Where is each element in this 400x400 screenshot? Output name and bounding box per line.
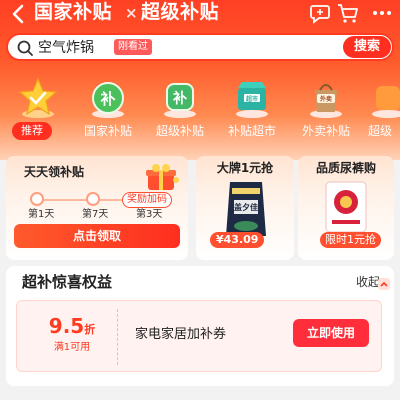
coupon-name: 家电家居加补券 bbox=[135, 327, 227, 342]
header: 国家补贴 × 超级补贴 bbox=[0, 0, 400, 30]
brand-1yuan-title: 大牌1元抢 bbox=[216, 161, 274, 175]
benefits-panel: 超补惊喜权益 收起 9.5折 满1可用 家电家居加补券 立即使用 bbox=[6, 266, 394, 386]
tab-super-more-label: 超级 bbox=[368, 124, 393, 138]
tab-national-subsidy-label: 国家补贴 bbox=[83, 124, 132, 138]
use-now-button[interactable]: 立即使用 bbox=[293, 319, 369, 347]
coupon-condition: 满1可用 bbox=[53, 342, 91, 353]
promo-cards: 天天领补贴 第1天 第7天 第3天 奖励加码 点击领取 大牌1元抢 盖夕佳 ¥4… bbox=[6, 156, 394, 260]
reward-boost-tag: 奖励加码 bbox=[122, 192, 172, 208]
tab-takeout-subsidy[interactable]: 外卖 外卖补贴 bbox=[290, 72, 362, 150]
supermarket-icon: 超市 bbox=[230, 76, 274, 120]
cart-icon[interactable] bbox=[336, 2, 360, 24]
recently-viewed-tag: 刚看过 bbox=[114, 39, 152, 55]
benefits-title: 超补惊喜权益 bbox=[22, 273, 113, 291]
collapse-button[interactable]: 收起 bbox=[356, 274, 380, 290]
limited-time-pill: 限时1元抢 bbox=[320, 232, 381, 248]
day-label-1: 第1天 bbox=[28, 209, 55, 220]
rice-bag-label: 盖夕佳 bbox=[234, 202, 258, 212]
header-title-national-subsidy: 国家补贴 bbox=[34, 1, 113, 23]
day-label-7: 第7天 bbox=[82, 209, 109, 220]
price-pill: ¥43.09 bbox=[210, 232, 265, 248]
diaper-card[interactable]: 品质尿裤购 限时1元抢 bbox=[298, 156, 394, 260]
svg-text:补: 补 bbox=[99, 90, 115, 108]
coupon-divider bbox=[117, 309, 118, 365]
bu-badge-icon: 补 bbox=[86, 76, 130, 120]
diaper-card-title: 品质尿裤购 bbox=[315, 161, 376, 175]
header-title-super-subsidy: 超级补贴 bbox=[141, 1, 220, 23]
category-strip: 推荐 补 国家补贴 补 超级补贴 超市 补贴超市 外卖 外卖补贴 超级 bbox=[0, 72, 400, 150]
chevron-up-icon[interactable] bbox=[378, 275, 390, 290]
tab-recommend[interactable]: 推荐 bbox=[2, 72, 74, 150]
header-title-separator: × bbox=[125, 4, 139, 22]
tab-super-more[interactable]: 超级 bbox=[360, 72, 400, 150]
claim-button[interactable]: 点击领取 bbox=[14, 224, 180, 248]
tab-takeout-subsidy-label: 外卖补贴 bbox=[301, 124, 350, 138]
svg-text:超市: 超市 bbox=[245, 95, 258, 103]
thumbs-up-star-icon bbox=[16, 76, 60, 120]
rice-bag-image: 盖夕佳 bbox=[220, 178, 272, 240]
gift-box-icon bbox=[144, 162, 180, 194]
search-icon bbox=[16, 39, 34, 57]
progress-dot-day7 bbox=[86, 192, 100, 206]
category-icon bbox=[366, 76, 400, 120]
bu-badge-icon: 补 bbox=[158, 76, 202, 120]
diaper-pack-image bbox=[320, 178, 372, 236]
coupon-amount: 9.5折 bbox=[41, 313, 103, 343]
coupon-amount-unit: 折 bbox=[84, 323, 96, 336]
brand-1yuan-card[interactable]: 大牌1元抢 盖夕佳 ¥43.09 bbox=[196, 156, 294, 260]
tab-national-subsidy[interactable]: 补 国家补贴 bbox=[72, 72, 144, 150]
takeout-bag-icon: 外卖 bbox=[304, 76, 348, 120]
tab-subsidy-supermarket-label: 补贴超市 bbox=[227, 124, 276, 138]
back-arrow-icon[interactable] bbox=[8, 2, 30, 26]
search-bar[interactable]: 空气炸锅 刚看过 搜索 bbox=[6, 33, 394, 61]
search-input[interactable]: 空气炸锅 bbox=[38, 39, 94, 57]
daily-subsidy-card[interactable]: 天天领补贴 第1天 第7天 第3天 奖励加码 点击领取 bbox=[6, 156, 188, 260]
progress-dot-day1 bbox=[30, 192, 44, 206]
tab-super-subsidy[interactable]: 补 超级补贴 bbox=[144, 72, 216, 150]
tab-recommend-label: 推荐 bbox=[12, 122, 52, 140]
coupon-amount-value: 9.5 bbox=[48, 314, 85, 338]
day-label-3: 第3天 bbox=[136, 209, 163, 220]
daily-subsidy-title: 天天领补贴 bbox=[24, 165, 85, 179]
svg-text:外卖: 外卖 bbox=[319, 95, 332, 103]
coupon-card[interactable]: 9.5折 满1可用 家电家居加补券 立即使用 bbox=[16, 300, 382, 372]
tab-super-subsidy-label: 超级补贴 bbox=[155, 124, 204, 138]
support-chat-icon[interactable] bbox=[308, 2, 332, 24]
svg-text:补: 补 bbox=[172, 90, 187, 107]
tab-subsidy-supermarket[interactable]: 超市 补贴超市 bbox=[216, 72, 288, 150]
more-icon[interactable] bbox=[370, 2, 394, 24]
search-button[interactable]: 搜索 bbox=[343, 36, 391, 58]
